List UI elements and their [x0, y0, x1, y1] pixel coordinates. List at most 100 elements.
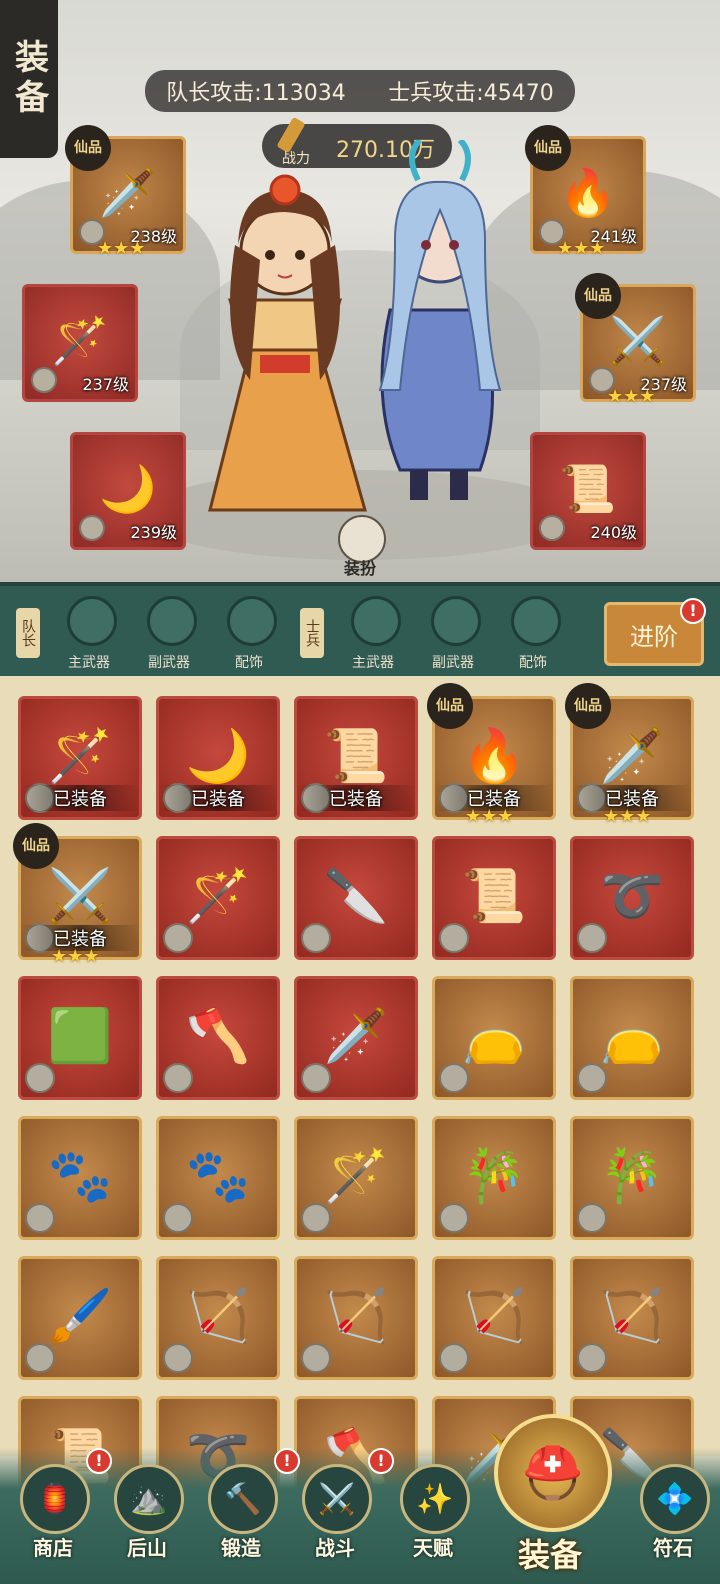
- inventory-item[interactable]: 🗡️: [294, 976, 418, 1100]
- coin-icon: [163, 1343, 193, 1373]
- coin-icon: [539, 515, 565, 541]
- inventory-item[interactable]: ⚔️ 仙品 已装备 ★★★: [13, 823, 142, 967]
- nav-label: 天赋: [413, 1536, 453, 1560]
- coin-icon: [439, 1063, 469, 1093]
- yinyang-pouch-icon: 👝: [599, 1006, 665, 1067]
- inventory-item[interactable]: 📜 已装备: [294, 696, 418, 820]
- beast-claw-icon: 🐾: [47, 1146, 113, 1207]
- sword-icon: [351, 596, 401, 646]
- nav-label: 后山: [127, 1536, 167, 1560]
- dress-up-label: 装扮: [343, 559, 376, 578]
- coin-icon: [577, 923, 607, 953]
- mountain-portal-icon: ⛰️: [114, 1464, 184, 1534]
- crescent-blade-icon: 🌙: [185, 726, 251, 787]
- nav-rune-stone[interactable]: 💠 符石: [632, 1448, 714, 1578]
- nav-shop[interactable]: 🏮 商店 !: [12, 1448, 112, 1578]
- shop-icon: 🏮: [20, 1464, 90, 1534]
- equip-slot-left-mid[interactable]: 🪄 237级: [22, 284, 138, 402]
- yinyang-pouch-icon: 👝: [461, 1006, 527, 1067]
- coin-icon: [25, 1203, 55, 1233]
- tab-captain-main-weapon[interactable]: 主武器: [54, 596, 124, 676]
- equip-slot-right-top[interactable]: 仙品 🔥 241级 ★★★: [525, 125, 646, 259]
- amulet-icon: [511, 596, 561, 646]
- coin-icon: [301, 1203, 331, 1233]
- nav-battle[interactable]: ⚔️ 战斗 !: [294, 1448, 394, 1578]
- coin-icon: [163, 1203, 193, 1233]
- coin-icon: [301, 1063, 331, 1093]
- inventory-item[interactable]: 🎋: [432, 1116, 556, 1240]
- equip-slot-right-mid[interactable]: 仙品 ⚔️ 237级 ★★★: [575, 273, 696, 407]
- bone-flute-icon: 🎋: [599, 1146, 665, 1207]
- anvil-hammer-icon: 🔨: [208, 1464, 278, 1534]
- constellation-icon: ✨: [400, 1464, 470, 1534]
- inventory-item[interactable]: 🔪: [294, 836, 418, 960]
- tab-soldier-accessory[interactable]: 配饰: [498, 596, 568, 676]
- inventory-item[interactable]: 🏹: [294, 1256, 418, 1380]
- dress-up-button[interactable]: 装扮: [328, 515, 392, 579]
- rank-badge: 仙品: [65, 125, 111, 171]
- gourd-staff-icon: 🪄: [47, 726, 113, 787]
- battle-icon: ⚔️: [302, 1464, 372, 1534]
- inventory-item[interactable]: 🏹: [156, 1256, 280, 1380]
- bottom-nav: 🏮 商店 ! ⛰️ 后山 🔨 锻造 ! ⚔️ 战斗 ! ✨ 天赋 ⛑️ 装备 💠…: [0, 1414, 720, 1584]
- star-rating: ★★★: [603, 806, 652, 827]
- tab-soldier-sub-weapon[interactable]: 副武器: [418, 596, 488, 676]
- inventory-item[interactable]: 🐾: [18, 1116, 142, 1240]
- nav-forge[interactable]: 🔨 锻造 !: [200, 1448, 300, 1578]
- gourd-staff-icon: 🪄: [323, 1146, 389, 1207]
- star-rating: ★★★: [607, 386, 656, 407]
- equip-slot-left-top[interactable]: 仙品 🗡️ 238级 ★★★: [65, 125, 186, 259]
- spirit-sword-icon: ⚔️: [47, 866, 113, 927]
- inventory-item[interactable]: 🏹: [432, 1256, 556, 1380]
- amulet-icon: [227, 596, 277, 646]
- inventory-item[interactable]: 🪄: [156, 836, 280, 960]
- inventory-item[interactable]: 🟩: [18, 976, 142, 1100]
- equipped-label: 已装备: [21, 785, 139, 811]
- inventory-item[interactable]: 🪄: [294, 1116, 418, 1240]
- inventory-item[interactable]: 🗡️ 仙品 已装备 ★★★: [565, 683, 694, 827]
- coin-icon: [439, 1203, 469, 1233]
- rank-badge: 仙品: [525, 125, 571, 171]
- inventory-item[interactable]: 🪓: [156, 976, 280, 1100]
- equipped-label: 已装备: [297, 785, 415, 811]
- star-rating: ★★★: [51, 946, 100, 967]
- nav-talent[interactable]: ✨ 天赋: [392, 1448, 474, 1578]
- inventory-item[interactable]: 📜: [432, 836, 556, 960]
- inventory-item[interactable]: 🐾: [156, 1116, 280, 1240]
- coin-icon: [31, 367, 57, 393]
- green-serpent-blade-icon: 🗡️: [99, 165, 157, 220]
- inventory-item[interactable]: 🌙 已装备: [156, 696, 280, 820]
- nav-equipment[interactable]: ⛑️ 装备: [490, 1414, 612, 1582]
- inventory-item[interactable]: 🪄 已装备: [18, 696, 142, 820]
- captain-character[interactable]: [190, 150, 380, 530]
- tab-captain-accessory[interactable]: 配饰: [214, 596, 284, 676]
- bone-flute-icon: 🎋: [461, 1146, 527, 1207]
- equip-slot-left-bottom[interactable]: 🌙 239级: [70, 432, 186, 550]
- inventory-item[interactable]: 🖌️: [18, 1256, 142, 1380]
- nav-back-mountain[interactable]: ⛰️ 后山: [106, 1448, 188, 1578]
- tab-soldier-main-weapon[interactable]: 主武器: [338, 596, 408, 676]
- inventory-item[interactable]: 🔥 仙品 已装备 ★★★: [427, 683, 556, 827]
- dagger-icon: [147, 596, 197, 646]
- broad-saber-icon: 🗡️: [323, 1006, 389, 1067]
- nav-label: 商店: [33, 1536, 73, 1560]
- inventory-item[interactable]: 🎋: [570, 1116, 694, 1240]
- tab-label: 主武器: [352, 655, 394, 671]
- jade-pendant-icon: 🟩: [47, 1006, 113, 1067]
- tab-captain-sub-weapon[interactable]: 副武器: [134, 596, 204, 676]
- inventory-item[interactable]: ➰: [570, 836, 694, 960]
- equip-slot-right-bottom[interactable]: 📜 240级: [530, 432, 646, 550]
- coin-icon: [439, 1343, 469, 1373]
- red-whip-icon: ➰: [599, 866, 665, 927]
- captain-tag: 队长: [16, 608, 40, 658]
- rank-badge: 仙品: [13, 823, 59, 869]
- tab-label: 副武器: [148, 655, 190, 671]
- inventory-item[interactable]: 🏹: [570, 1256, 694, 1380]
- nav-label: 符石: [653, 1536, 693, 1560]
- inventory-item[interactable]: 👝: [570, 976, 694, 1100]
- inventory-item[interactable]: 👝: [432, 976, 556, 1100]
- page-title: 装备: [0, 0, 58, 158]
- soldier-character[interactable]: [360, 140, 520, 520]
- alert-badge: !: [368, 1448, 394, 1474]
- skull-axe-icon: 🪓: [185, 1006, 251, 1067]
